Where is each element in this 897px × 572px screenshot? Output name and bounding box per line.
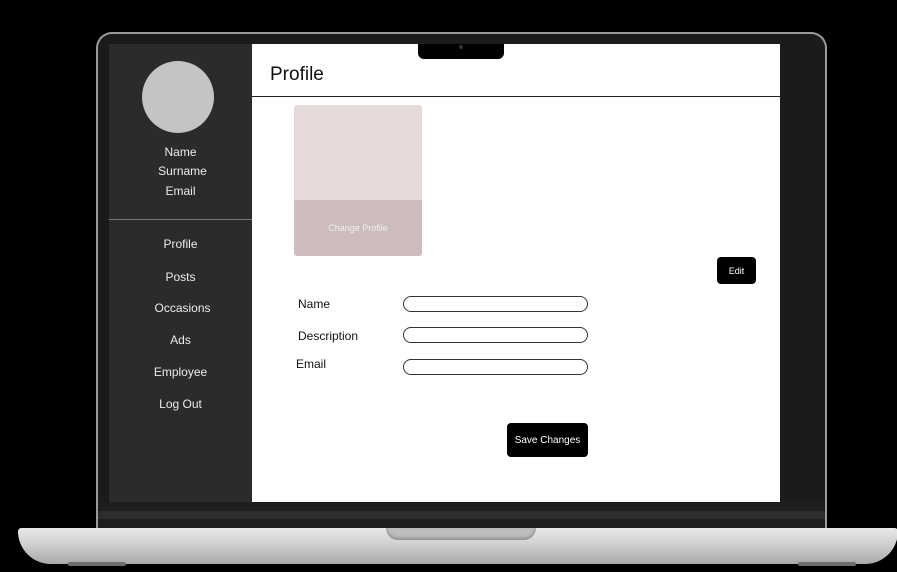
description-label: Description <box>298 329 359 343</box>
avatar <box>142 61 214 133</box>
sidebar-item-log-out[interactable]: Log Out <box>109 397 252 411</box>
sidebar-item-profile[interactable]: Profile <box>109 237 252 251</box>
email-field[interactable] <box>403 359 588 375</box>
name-field[interactable] <box>403 296 588 312</box>
page-title: Profile <box>270 64 324 85</box>
laptop-foot-right <box>798 562 856 566</box>
email-label: Email <box>296 357 327 371</box>
description-field[interactable] <box>403 327 588 343</box>
sidebar-divider <box>109 219 252 220</box>
title-divider <box>252 96 780 97</box>
profile-photo: Change Profile <box>294 105 422 256</box>
laptop-base-groove <box>386 528 536 540</box>
user-name: Name <box>164 145 197 159</box>
sidebar-item-posts[interactable]: Posts <box>109 270 252 284</box>
laptop-foot-left <box>68 562 126 566</box>
user-email: Email <box>165 184 196 198</box>
sidebar-item-occasions[interactable]: Occasions <box>111 301 254 315</box>
laptop-hinge-strip <box>98 511 825 519</box>
camera-icon <box>459 45 463 49</box>
edit-button[interactable]: Edit <box>717 257 756 284</box>
sidebar-item-ads[interactable]: Ads <box>109 333 252 347</box>
app-screen: Name Surname Email Profile Posts Occasio… <box>109 44 780 502</box>
user-surname: Surname <box>158 164 207 178</box>
sidebar-item-employee[interactable]: Employee <box>109 365 252 379</box>
sidebar: Name Surname Email Profile Posts Occasio… <box>109 44 252 502</box>
save-changes-button[interactable]: Save Changes <box>507 423 588 457</box>
change-profile-button[interactable]: Change Profile <box>294 200 422 256</box>
name-label: Name <box>298 297 331 311</box>
